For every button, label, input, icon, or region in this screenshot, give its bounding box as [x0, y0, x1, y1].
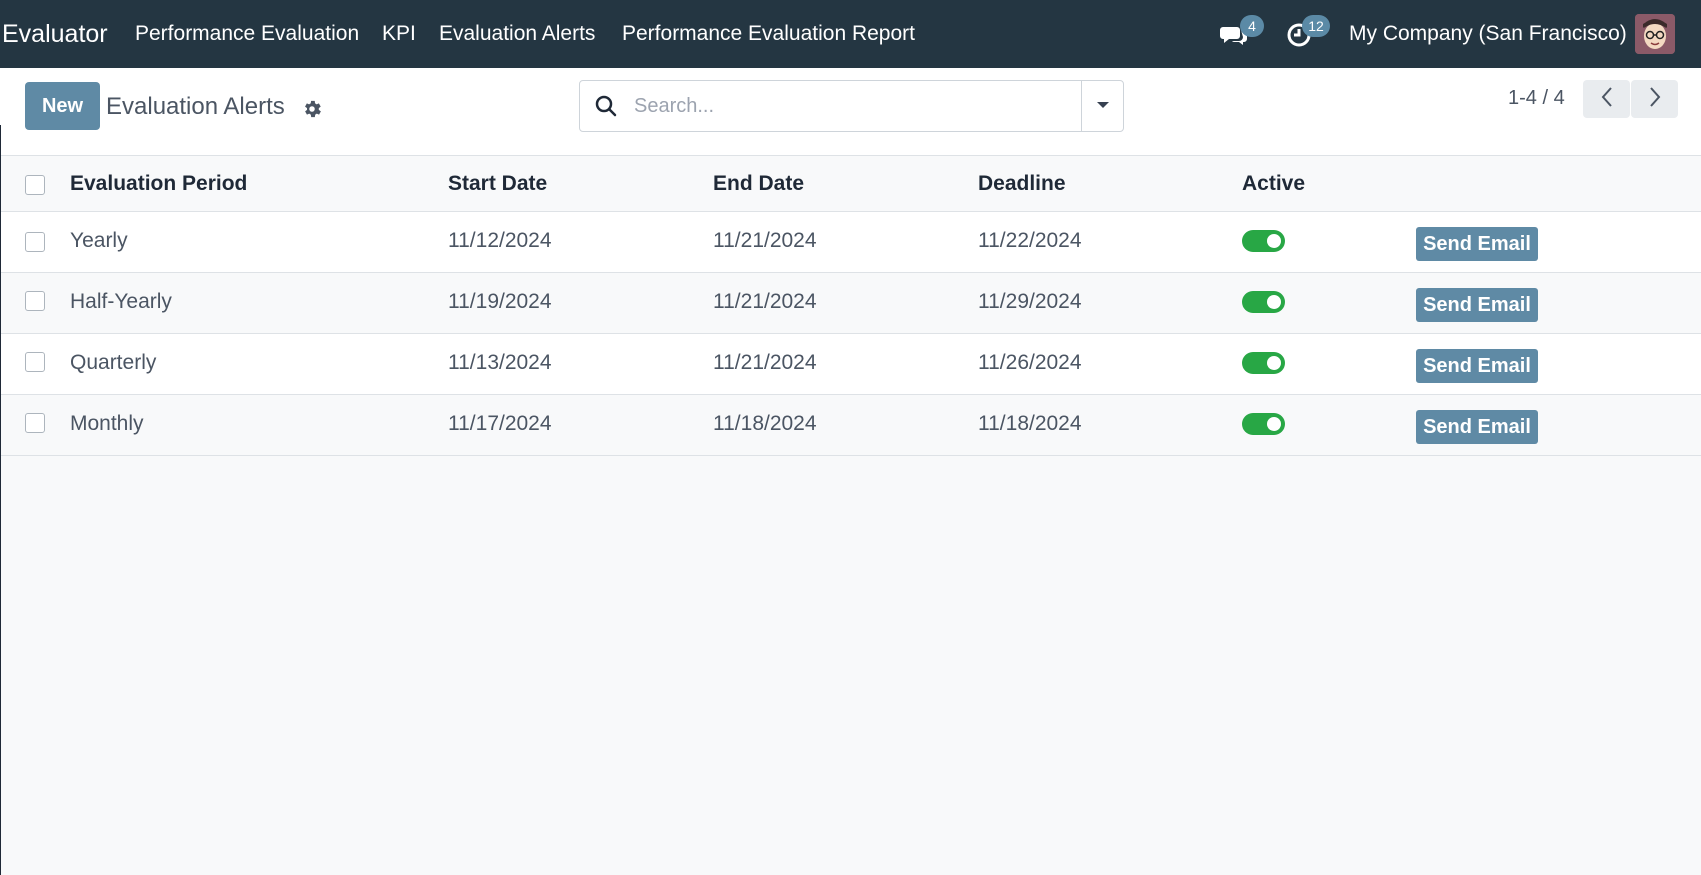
cell-start-date: 11/17/2024	[448, 412, 552, 435]
window-left-border	[0, 125, 1, 875]
top-navbar: Evaluator Performance Evaluation KPI Eva…	[0, 0, 1701, 68]
menu-item-kpi[interactable]: KPI	[382, 22, 416, 46]
column-header-evaluation-period[interactable]: Evaluation Period	[70, 172, 247, 196]
activities-count-badge: 12	[1302, 15, 1330, 37]
column-header-start-date[interactable]: Start Date	[448, 172, 547, 196]
cell-start-date: 11/13/2024	[448, 351, 552, 374]
chevron-right-icon	[1648, 86, 1662, 113]
active-toggle[interactable]	[1242, 230, 1285, 252]
new-button[interactable]: New	[25, 82, 100, 130]
page-title: Evaluation Alerts	[106, 93, 285, 120]
search-icon	[594, 94, 618, 118]
control-panel: New Evaluation Alerts 1-4 / 4	[0, 68, 1701, 156]
company-switcher[interactable]: My Company (San Francisco)	[1349, 22, 1627, 46]
cell-evaluation-period: Quarterly	[70, 351, 157, 374]
pager-value[interactable]: 1-4 / 4	[1508, 87, 1565, 110]
cell-end-date: 11/21/2024	[713, 290, 817, 313]
cell-end-date: 11/21/2024	[713, 351, 817, 374]
row-checkbox[interactable]	[25, 413, 45, 433]
search-input[interactable]	[634, 91, 1054, 121]
cell-evaluation-period: Yearly	[70, 229, 128, 252]
chevron-left-icon	[1600, 86, 1614, 113]
pager-previous-button[interactable]	[1583, 80, 1630, 118]
row-checkbox[interactable]	[25, 232, 45, 252]
menu-item-performance-evaluation[interactable]: Performance Evaluation	[135, 22, 359, 46]
cell-start-date: 11/12/2024	[448, 229, 552, 252]
caret-down-icon	[1096, 97, 1110, 115]
table-row[interactable]: Half-Yearly 11/19/2024 11/21/2024 11/29/…	[0, 273, 1701, 334]
cell-evaluation-period: Monthly	[70, 412, 144, 435]
cell-end-date: 11/18/2024	[713, 412, 817, 435]
messages-count-badge: 4	[1240, 15, 1264, 37]
send-email-button[interactable]: Send Email	[1416, 227, 1538, 261]
table-row[interactable]: Yearly 11/12/2024 11/21/2024 11/22/2024 …	[0, 212, 1701, 273]
send-email-button[interactable]: Send Email	[1416, 349, 1538, 383]
search-options-toggle[interactable]	[1081, 81, 1124, 131]
menu-item-performance-evaluation-report[interactable]: Performance Evaluation Report	[622, 22, 915, 46]
pager-next-button[interactable]	[1631, 80, 1678, 118]
cell-start-date: 11/19/2024	[448, 290, 552, 313]
active-toggle[interactable]	[1242, 291, 1285, 313]
cell-deadline: 11/18/2024	[978, 412, 1082, 435]
row-checkbox[interactable]	[25, 352, 45, 372]
table-header-row: Evaluation Period Start Date End Date De…	[0, 157, 1701, 212]
active-toggle[interactable]	[1242, 352, 1285, 374]
gear-icon[interactable]	[301, 98, 323, 120]
user-avatar-icon[interactable]	[1635, 14, 1675, 54]
cell-evaluation-period: Half-Yearly	[70, 290, 172, 313]
select-all-checkbox[interactable]	[25, 175, 45, 195]
cell-deadline: 11/22/2024	[978, 229, 1082, 252]
send-email-button[interactable]: Send Email	[1416, 288, 1538, 322]
menu-item-evaluation-alerts[interactable]: Evaluation Alerts	[439, 22, 595, 46]
table-row[interactable]: Quarterly 11/13/2024 11/21/2024 11/26/20…	[0, 334, 1701, 395]
search-bar	[579, 80, 1124, 132]
active-toggle[interactable]	[1242, 413, 1285, 435]
cell-end-date: 11/21/2024	[713, 229, 817, 252]
app-brand[interactable]: Evaluator	[2, 20, 108, 49]
send-email-button[interactable]: Send Email	[1416, 410, 1538, 444]
column-header-deadline[interactable]: Deadline	[978, 172, 1066, 196]
table-row[interactable]: Monthly 11/17/2024 11/18/2024 11/18/2024…	[0, 395, 1701, 456]
column-header-active[interactable]: Active	[1242, 172, 1305, 196]
cell-deadline: 11/29/2024	[978, 290, 1082, 313]
cell-deadline: 11/26/2024	[978, 351, 1082, 374]
row-checkbox[interactable]	[25, 291, 45, 311]
column-header-end-date[interactable]: End Date	[713, 172, 804, 196]
